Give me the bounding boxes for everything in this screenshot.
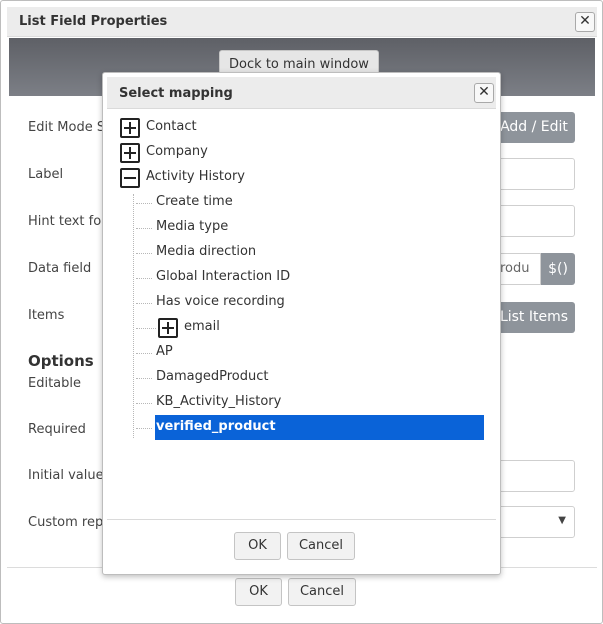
tree-connector — [136, 328, 156, 329]
ok-button[interactable]: OK — [235, 578, 282, 606]
initial-value-label: Initial value — [28, 468, 104, 483]
expression-button[interactable]: $() — [541, 253, 575, 285]
editable-label: Editable — [28, 376, 82, 391]
tree-node-email[interactable]: email — [184, 317, 220, 339]
dialog-title: List Field Properties — [19, 14, 168, 29]
tree-node-kb-activity-history[interactable]: KB_Activity_History — [156, 392, 281, 414]
items-label: Items — [28, 308, 65, 323]
chevron-down-icon: ▼ — [558, 515, 566, 526]
cancel-button[interactable]: Cancel — [288, 578, 356, 606]
tree-connector — [136, 203, 152, 204]
hint-text-label: Hint text for — [28, 214, 107, 229]
edit-mode-style-label: Edit Mode St — [28, 120, 111, 135]
modal-titlebar: Select mapping — [107, 77, 496, 109]
tree-guide-line — [133, 194, 134, 438]
expand-plus-icon[interactable] — [158, 318, 178, 338]
tree-node-verified-product-label: verified_product — [156, 419, 276, 434]
label-label: Label — [28, 167, 64, 182]
required-label: Required — [28, 422, 86, 437]
tree-connector — [136, 378, 152, 379]
tree-node-has-voice-recording[interactable]: Has voice recording — [156, 292, 285, 314]
tree-connector — [136, 228, 152, 229]
tree-connector — [136, 278, 152, 279]
modal-footer-divider — [107, 519, 496, 520]
modal-cancel-button[interactable]: Cancel — [287, 532, 355, 560]
expand-plus-icon[interactable] — [120, 143, 140, 163]
expand-plus-icon[interactable] — [120, 118, 140, 138]
tree-node-activity-history[interactable]: Activity History — [146, 167, 245, 189]
close-icon[interactable]: ✕ — [575, 12, 595, 32]
tree-node-contact[interactable]: Contact — [146, 117, 197, 139]
tree-node-global-interaction-id[interactable]: Global Interaction ID — [156, 267, 290, 289]
close-icon[interactable]: ✕ — [474, 83, 494, 103]
tree-connector — [136, 253, 152, 254]
tree-node-damaged-product[interactable]: DamagedProduct — [156, 367, 268, 389]
tree-node-ap[interactable]: AP — [156, 342, 173, 364]
data-field-value: rodu — [500, 261, 530, 276]
custom-report-label: Custom repo — [28, 515, 112, 530]
tree-connector — [136, 303, 152, 304]
tree-node-media-direction[interactable]: Media direction — [156, 242, 256, 264]
list-items-button[interactable]: List Items — [493, 302, 575, 333]
tree-connector — [136, 403, 152, 404]
tree-connector — [136, 428, 152, 429]
modal-ok-button[interactable]: OK — [234, 532, 281, 560]
tree-connector — [136, 353, 152, 354]
add-edit-button[interactable]: Add / Edit — [493, 112, 575, 143]
options-heading: Options — [28, 352, 94, 370]
tree-node-media-type[interactable]: Media type — [156, 217, 228, 239]
data-field-label: Data field — [28, 261, 92, 276]
tree-node-create-time[interactable]: Create time — [156, 192, 233, 214]
collapse-minus-icon[interactable] — [120, 168, 140, 188]
dialog-titlebar: List Field Properties — [7, 7, 597, 37]
modal-title: Select mapping — [119, 86, 233, 101]
tree-node-company[interactable]: Company — [146, 142, 208, 164]
